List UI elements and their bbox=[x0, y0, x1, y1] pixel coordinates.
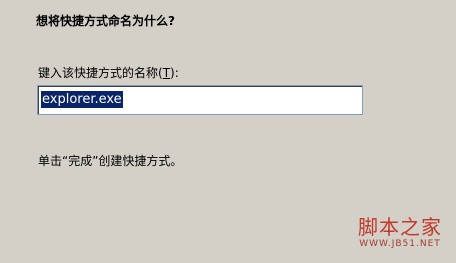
site-watermark: 脚本之家 WWW.JB51.NET bbox=[358, 216, 442, 250]
shortcut-name-label-suffix: ): bbox=[170, 66, 179, 80]
shortcut-wizard-page: 想将快捷方式命名为什么? 键入该快捷方式的名称(T): explorer.exe… bbox=[0, 0, 456, 263]
watermark-main-text: 脚本之家 bbox=[358, 215, 442, 239]
shortcut-name-label-accesskey: T bbox=[162, 66, 171, 80]
shortcut-name-input[interactable]: explorer.exe bbox=[37, 85, 363, 115]
shortcut-name-label: 键入该快捷方式的名称(T): bbox=[38, 64, 179, 81]
shortcut-name-value[interactable]: explorer.exe bbox=[41, 91, 123, 108]
page-title: 想将快捷方式命名为什么? bbox=[36, 14, 175, 28]
shortcut-name-label-prefix: 键入该快捷方式的名称( bbox=[38, 66, 163, 80]
finish-hint-text: 单击“完成”创建快捷方式。 bbox=[38, 154, 183, 168]
watermark-url-text: WWW.JB51.NET bbox=[359, 239, 441, 249]
